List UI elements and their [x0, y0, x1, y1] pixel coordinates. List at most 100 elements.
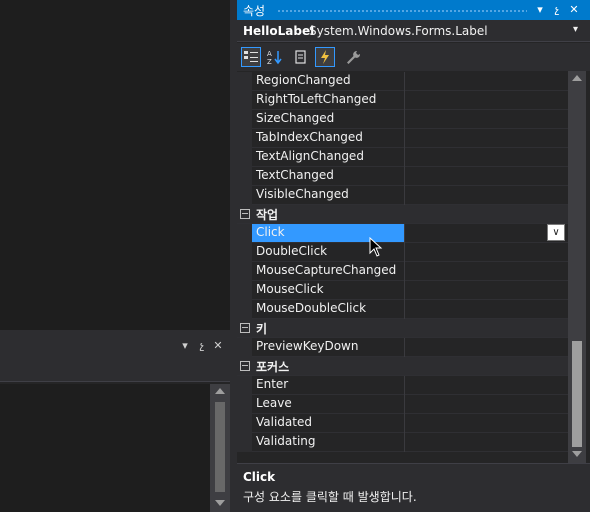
properties-window: 속성 ▾ չ ✕ HelloLabel System.Windows.Forms… [237, 0, 590, 512]
properties-toolbar: A Z [237, 43, 590, 71]
event-name: SizeChanged [256, 111, 335, 125]
event-handler-value[interactable] [404, 91, 566, 110]
scroll-down-arrow-icon[interactable] [215, 500, 225, 506]
event-handler-value[interactable] [404, 262, 566, 281]
splitter[interactable] [230, 0, 237, 512]
output-content[interactable] [0, 384, 210, 512]
event-name: MouseClick [256, 282, 324, 296]
event-name: TabIndexChanged [256, 130, 363, 144]
event-row[interactable]: PreviewKeyDown [237, 338, 568, 357]
event-row[interactable]: TabIndexChanged [237, 129, 568, 148]
row-gutter [237, 186, 252, 205]
event-handler-value[interactable] [404, 186, 566, 205]
scroll-down-arrow-icon[interactable] [572, 451, 582, 457]
event-handler-value[interactable] [404, 243, 566, 262]
dropdown-button[interactable]: ∨ [547, 224, 565, 241]
scroll-thumb[interactable] [572, 341, 582, 447]
event-name: TextAlignChanged [256, 149, 364, 163]
scroll-up-arrow-icon[interactable] [215, 388, 225, 394]
event-row[interactable]: VisibleChanged [237, 186, 568, 205]
event-row[interactable]: Validating [237, 433, 568, 452]
collapse-icon[interactable] [240, 209, 250, 219]
event-handler-value[interactable] [404, 414, 566, 433]
close-icon[interactable]: ✕ [567, 2, 581, 18]
window-menu-icon[interactable]: ▾ [533, 2, 547, 18]
pin-icon[interactable]: չ [195, 339, 209, 353]
row-gutter [237, 414, 252, 433]
event-row[interactable]: SizeChanged [237, 110, 568, 129]
properties-button[interactable] [291, 47, 311, 67]
event-row[interactable]: Leave [237, 395, 568, 414]
event-handler-value[interactable] [404, 167, 566, 186]
categorized-button[interactable] [241, 47, 261, 67]
chevron-down-icon[interactable]: ▾ [573, 24, 578, 35]
event-name: Validating [256, 434, 316, 448]
description-title: Click [243, 470, 276, 484]
properties-title-bar[interactable]: 속성 ▾ չ ✕ [237, 0, 590, 20]
event-name: MouseCaptureChanged [256, 263, 397, 277]
row-gutter [237, 395, 252, 414]
event-row[interactable]: DoubleClick [237, 243, 568, 262]
row-gutter [237, 300, 252, 319]
category-row[interactable]: 작업 [237, 205, 568, 224]
row-gutter [237, 338, 252, 357]
event-handler-value[interactable] [404, 110, 566, 129]
svg-text:A: A [267, 50, 272, 58]
collapse-icon[interactable] [240, 361, 250, 371]
category-label: 키 [256, 322, 268, 336]
panel-menu-icon[interactable]: ▾ [178, 339, 192, 353]
category-row[interactable]: 키 [237, 319, 568, 338]
event-handler-value[interactable] [404, 148, 566, 167]
collapse-icon[interactable] [240, 323, 250, 333]
event-handler-value[interactable] [404, 224, 566, 243]
event-row[interactable]: MouseDoubleClick [237, 300, 568, 319]
pin-icon[interactable]: չ [550, 2, 564, 18]
event-name: DoubleClick [256, 244, 328, 258]
row-gutter [237, 262, 252, 281]
alphabetical-button[interactable]: A Z [265, 47, 285, 67]
event-name: Click [256, 225, 285, 239]
row-gutter [237, 129, 252, 148]
alphabetical-icon: A Z [267, 50, 282, 66]
event-handler-value[interactable] [404, 129, 566, 148]
editor-area[interactable] [0, 0, 230, 330]
event-name: Validated [256, 415, 312, 429]
event-row[interactable]: Click ∨ [237, 224, 568, 243]
output-panel: ▾ չ ✕ [0, 336, 230, 512]
row-gutter [237, 110, 252, 129]
event-handler-value[interactable] [404, 281, 566, 300]
event-row[interactable]: RightToLeftChanged [237, 91, 568, 110]
event-handler-value[interactable] [404, 72, 566, 91]
category-label: 포커스 [256, 360, 290, 374]
object-selector[interactable]: HelloLabel System.Windows.Forms.Label ▾ [237, 20, 590, 42]
event-handler-value[interactable] [404, 300, 566, 319]
output-scrollbar[interactable] [210, 384, 230, 512]
event-handler-value[interactable] [404, 338, 566, 357]
event-row[interactable]: TextChanged [237, 167, 568, 186]
row-gutter [237, 91, 252, 110]
event-row[interactable]: MouseCaptureChanged [237, 262, 568, 281]
property-pages-button[interactable] [343, 47, 363, 67]
event-name: Leave [256, 396, 292, 410]
scroll-thumb[interactable] [215, 402, 225, 492]
event-name: TextChanged [256, 168, 334, 182]
output-panel-header: ▾ չ ✕ [0, 336, 230, 358]
close-icon[interactable]: ✕ [211, 339, 225, 353]
event-handler-value[interactable] [404, 395, 566, 414]
event-row[interactable]: TextAlignChanged [237, 148, 568, 167]
property-grid-scrollbar[interactable] [568, 71, 586, 463]
output-toolbar [0, 358, 230, 382]
categorized-icon [244, 51, 258, 62]
event-handler-value[interactable] [404, 376, 566, 395]
category-row[interactable]: 포커스 [237, 357, 568, 376]
event-handler-value[interactable] [404, 433, 566, 452]
drag-grip[interactable] [277, 9, 527, 13]
event-row[interactable]: Validated [237, 414, 568, 433]
ide-window: ▾ չ ✕ 속성 ▾ չ ✕ HelloLabel System.Windows… [0, 0, 590, 512]
event-row[interactable]: RegionChanged [237, 72, 568, 91]
events-button[interactable] [315, 47, 335, 67]
event-row[interactable]: Enter [237, 376, 568, 395]
event-row[interactable]: MouseClick [237, 281, 568, 300]
row-gutter [237, 243, 252, 262]
scroll-up-arrow-icon[interactable] [572, 75, 582, 81]
